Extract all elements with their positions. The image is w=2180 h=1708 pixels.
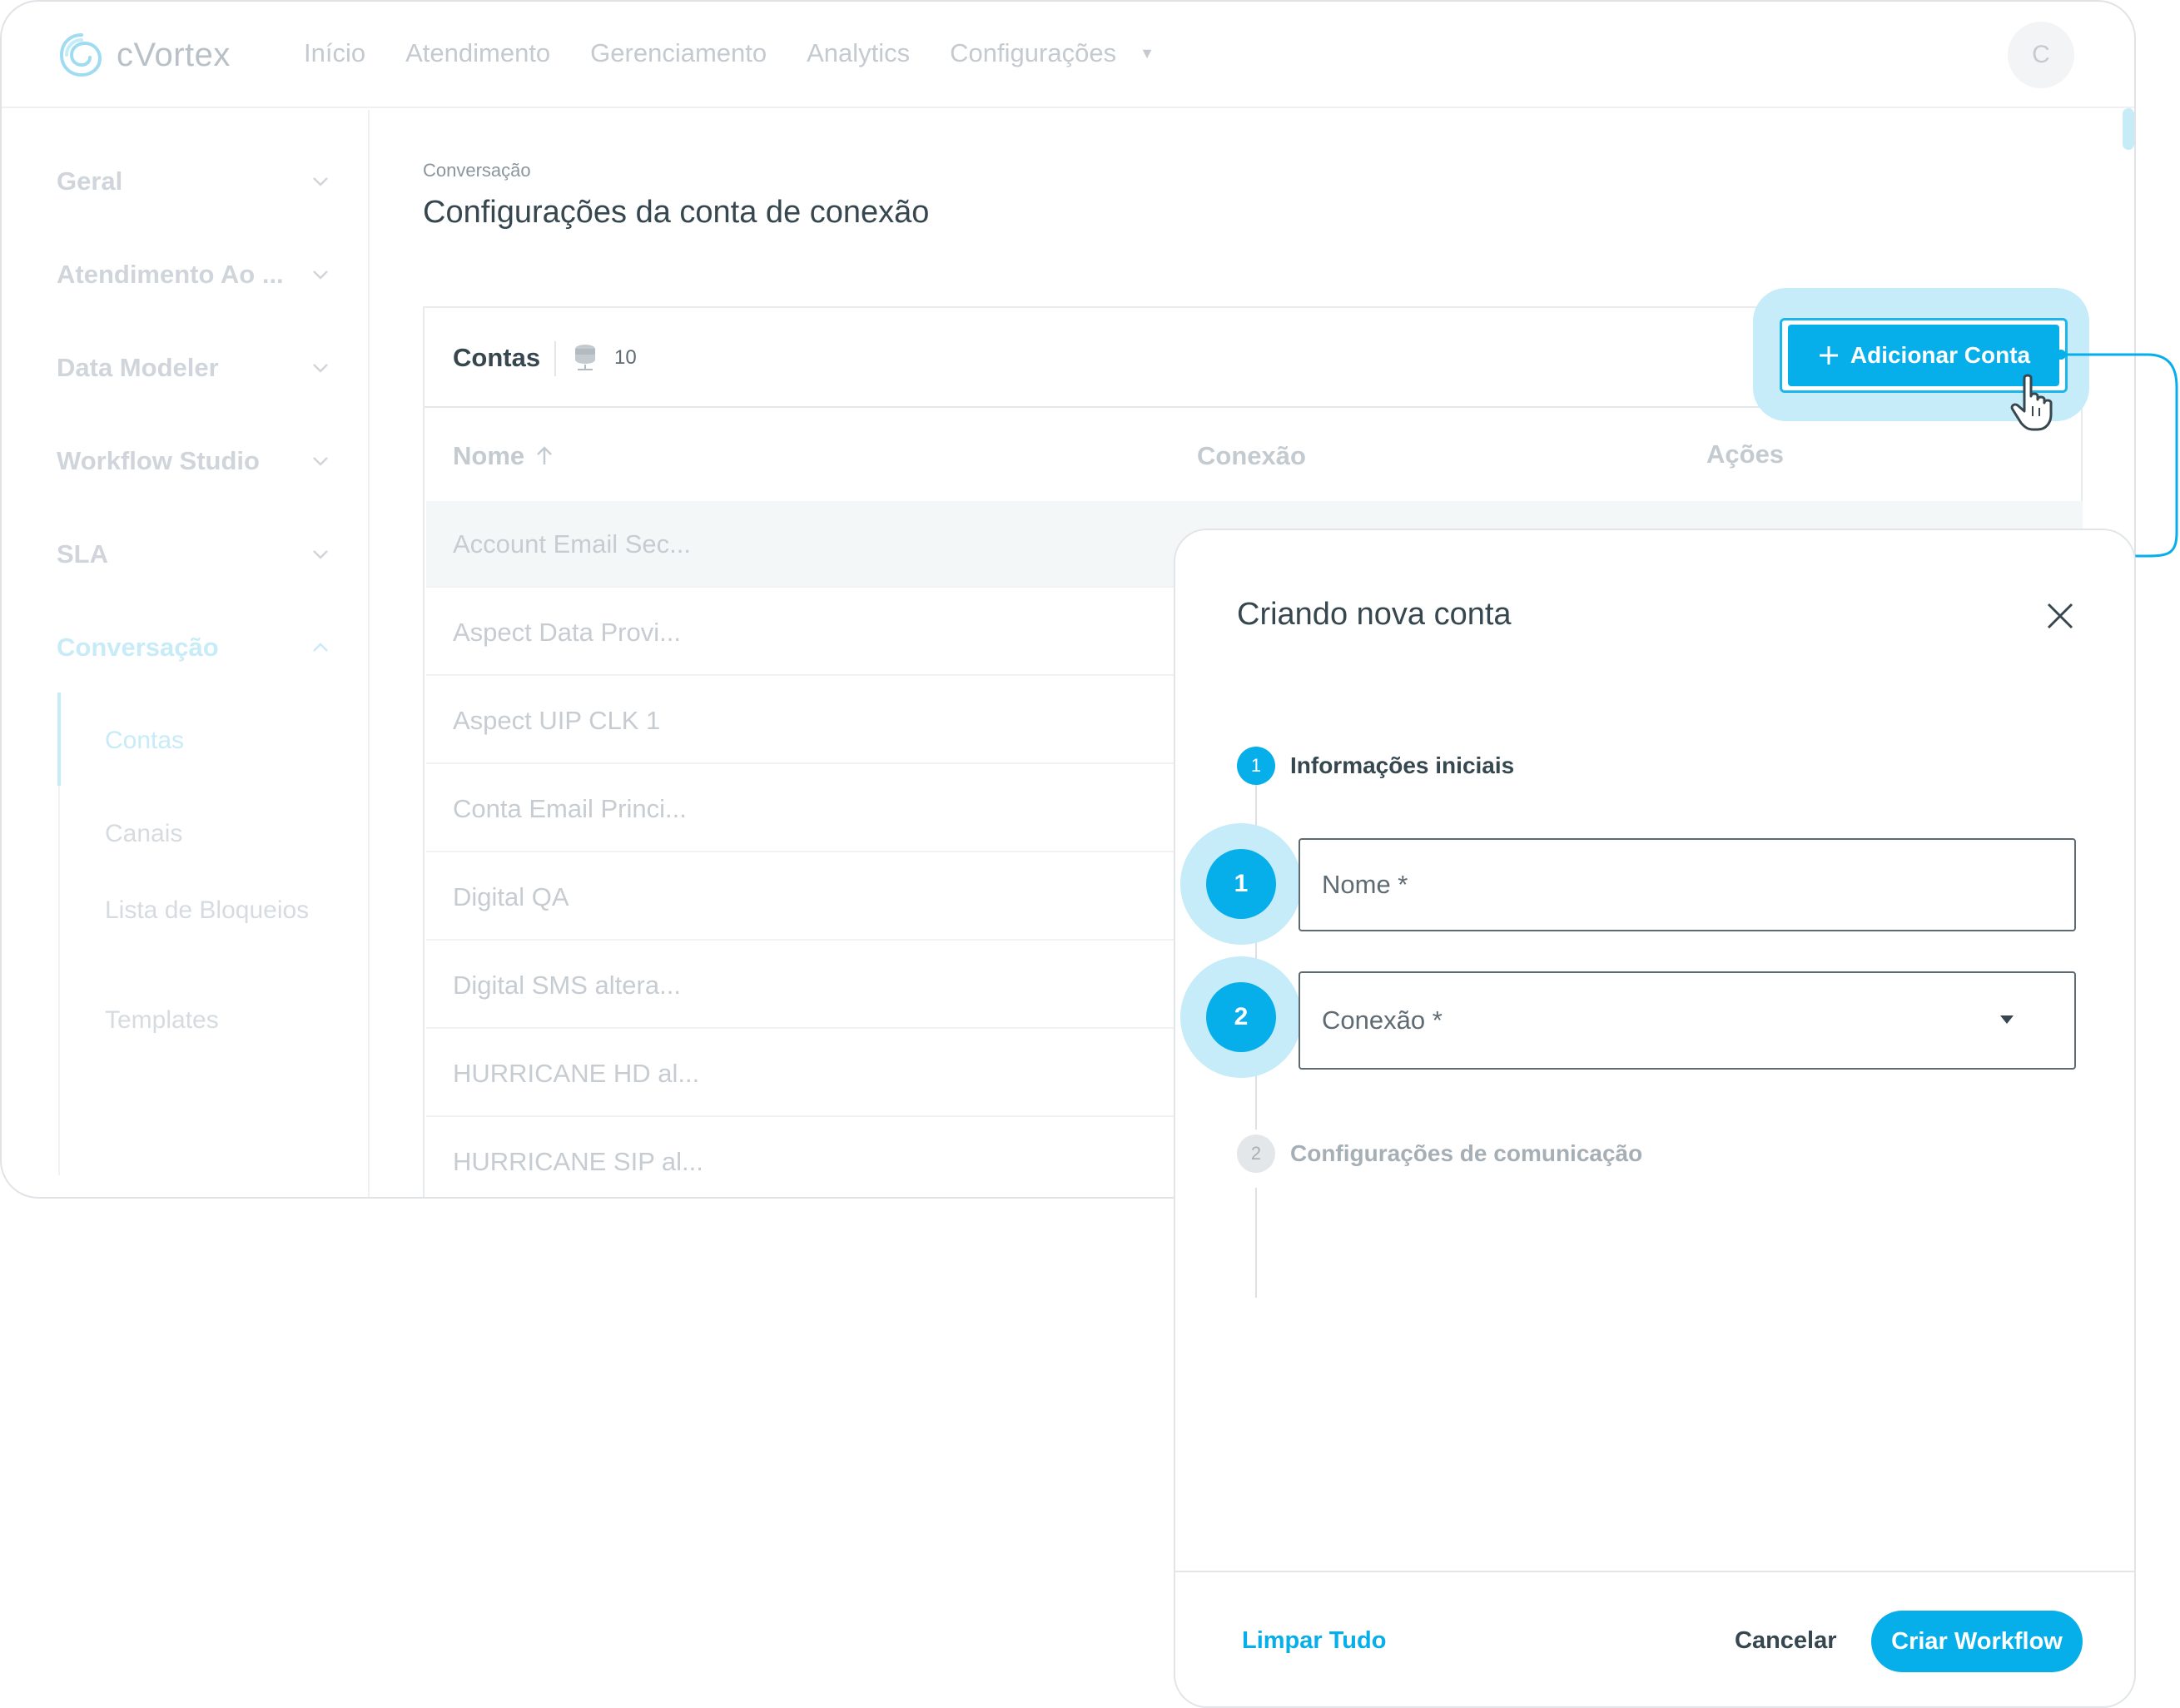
table-title: Contas: [453, 343, 541, 372]
step-label: Informações iniciais: [1290, 752, 1515, 778]
drawer-title: Criando nova conta: [1237, 597, 1512, 632]
connection-input[interactable]: [1300, 973, 2074, 1068]
name-input[interactable]: [1300, 840, 2074, 930]
nav-item-inicio[interactable]: Início: [304, 38, 365, 68]
cancel-button[interactable]: Cancelar: [1735, 1627, 1837, 1655]
sidebar-item-label: Conversação: [57, 633, 219, 662]
scrollbar-thumb[interactable]: [2123, 108, 2134, 150]
sidebar-item-workflow-studio[interactable]: Workflow Studio: [57, 446, 331, 476]
sidebar-item-geral[interactable]: Geral: [57, 166, 331, 196]
caret-down-icon[interactable]: ▼: [1140, 45, 1155, 62]
add-account-label: Adicionar Conta: [1850, 342, 2031, 368]
sidebar-item-label: Geral: [57, 166, 123, 196]
chevron-down-icon: [313, 457, 328, 466]
sidebar-item-label: Atendimento Ao ...: [57, 260, 284, 289]
sidebar-item-label: Data Modeler: [57, 353, 219, 382]
clear-all-button[interactable]: Limpar Tudo: [1242, 1627, 1386, 1655]
cell-name: HURRICANE HD al...: [453, 1059, 700, 1088]
sidebar-item-label: Workflow Studio: [57, 446, 260, 475]
create-account-drawer: Criando nova conta 1 Informações iniciai…: [1174, 529, 2136, 1708]
nav-item-configuracoes[interactable]: Configurações: [950, 38, 1116, 68]
cvortex-logo-icon: [59, 33, 102, 77]
close-icon[interactable]: [2044, 600, 2076, 632]
cell-name: Aspect UIP CLK 1: [453, 706, 661, 735]
sidebar-item-conversacao[interactable]: Conversação: [57, 633, 331, 663]
sidebar-subitem-contas[interactable]: Contas: [105, 724, 321, 757]
nav-item-analytics[interactable]: Analytics: [807, 38, 910, 68]
cell-name: HURRICANE SIP al...: [453, 1147, 703, 1176]
page-header: Conversação Configurações da conta de co…: [423, 160, 929, 231]
chevron-down-icon: [313, 364, 328, 373]
sidebar-subitem-lista-de-bloqueios[interactable]: Lista de Bloqueios: [105, 894, 321, 927]
drawer-footer-divider: [1175, 1571, 2134, 1572]
cell-name: Aspect Data Provi...: [453, 618, 681, 647]
breadcrumb[interactable]: Conversação: [423, 160, 929, 181]
avatar[interactable]: C: [2008, 22, 2074, 88]
nav-item-atendimento[interactable]: Atendimento: [405, 38, 550, 68]
plus-icon: [1819, 346, 1838, 365]
connection-select[interactable]: [1299, 971, 2076, 1070]
sidebar: Geral Atendimento Ao ... Data Modeler Wo…: [2, 110, 370, 1197]
column-header-label: Nome: [453, 441, 525, 470]
divider: [554, 341, 556, 376]
table-toolbar: Contas 10 Adicionar Conta: [425, 288, 2089, 431]
submenu-active-indicator: [57, 693, 61, 786]
name-field[interactable]: [1299, 838, 2076, 931]
hand-pointer-icon: [2010, 374, 2053, 431]
step-configuracoes-de-comunicacao[interactable]: 2 Configurações de comunicação: [1237, 1135, 1642, 1173]
cell-name: Digital QA: [453, 882, 569, 911]
logo-text: cVortex: [117, 36, 231, 73]
top-navigation-bar: cVortex Início Atendimento Gerenciamento…: [2, 2, 2134, 108]
sidebar-item-label: SLA: [57, 539, 108, 569]
sidebar-subitem-templates[interactable]: Templates: [105, 1004, 321, 1037]
callout-badge: 1: [1206, 849, 1276, 919]
page-title: Configurações da conta de conexão: [423, 195, 930, 230]
chevron-up-icon: [313, 643, 328, 652]
cell-name: Conta Email Princi...: [453, 794, 687, 823]
chevron-down-icon: [313, 550, 328, 559]
sidebar-item-sla[interactable]: SLA: [57, 539, 331, 569]
chevron-down-icon: [313, 271, 328, 280]
sidebar-subitem-canais[interactable]: Canais: [105, 817, 321, 851]
sidebar-item-data-modeler[interactable]: Data Modeler: [57, 353, 331, 383]
chevron-down-icon: [313, 177, 328, 186]
main-nav: Início Atendimento Gerenciamento Analyti…: [304, 38, 1155, 68]
database-icon: [575, 345, 595, 370]
step-label: Configurações de comunicação: [1290, 1140, 1643, 1166]
create-workflow-button[interactable]: Criar Workflow: [1871, 1611, 2083, 1672]
cell-name: Digital SMS altera...: [453, 971, 681, 1000]
sort-ascending-icon[interactable]: [533, 444, 556, 468]
step-connector: [1255, 1188, 1257, 1298]
step-number: 1: [1237, 747, 1275, 785]
column-header-acoes: Ações: [1706, 439, 1785, 469]
column-header-nome[interactable]: Nome: [453, 441, 556, 471]
cell-name: Account Email Sec...: [453, 529, 692, 559]
callout-badge: 2: [1206, 982, 1276, 1052]
sidebar-item-atendimento-ao-cliente[interactable]: Atendimento Ao ...: [57, 260, 331, 290]
step-informacoes-iniciais[interactable]: 1 Informações iniciais: [1237, 747, 1514, 785]
column-header-conexao[interactable]: Conexão: [1197, 441, 1306, 471]
record-count: 10: [614, 346, 637, 369]
step-number: 2: [1237, 1135, 1275, 1173]
logo[interactable]: cVortex: [57, 30, 231, 80]
caret-down-icon[interactable]: [1999, 1015, 2014, 1025]
nav-item-gerenciamento[interactable]: Gerenciamento: [590, 38, 767, 68]
